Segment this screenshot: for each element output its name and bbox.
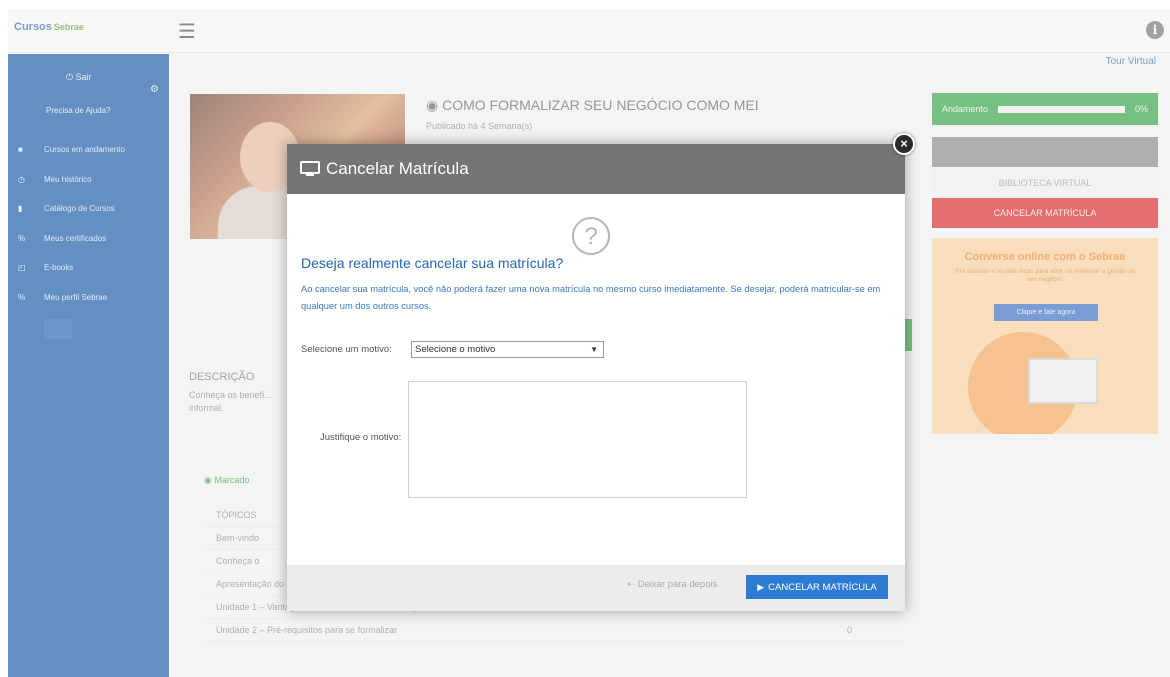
- reason-select[interactable]: Selecione o motivo ▼: [411, 341, 604, 358]
- modal-question: Deseja realmente cancelar sua matrícula?: [301, 255, 564, 271]
- chevron-down-icon: ▼: [590, 345, 598, 354]
- modal-footer: ⇠ Deixar para depois ▶ CANCELAR MATRÍCUL…: [287, 565, 905, 611]
- question-icon: ?: [572, 217, 610, 255]
- modal-header: Cancelar Matrícula: [287, 144, 905, 194]
- reason-label: Selecione um motivo:: [301, 344, 392, 355]
- back-arrow-icon: ⇠: [627, 579, 635, 590]
- reason-select-value: Selecione o motivo: [415, 344, 496, 355]
- close-icon[interactable]: ×: [893, 133, 915, 155]
- monitor-icon: [300, 161, 320, 176]
- confirm-cancel-button[interactable]: ▶ CANCELAR MATRÍCULA: [746, 575, 888, 599]
- play-icon: ▶: [757, 581, 765, 592]
- modal-warning: Ao cancelar sua matrícula, você não pode…: [301, 284, 881, 311]
- later-button[interactable]: ⇠ Deixar para depois: [627, 579, 717, 590]
- later-button-label: Deixar para depois: [637, 579, 718, 590]
- justify-label: Justifique o motivo:: [320, 432, 402, 443]
- justify-textarea[interactable]: [408, 381, 747, 498]
- cancel-enrollment-modal: Cancelar Matrícula ? Deseja realmente ca…: [287, 144, 905, 611]
- modal-title: Cancelar Matrícula: [326, 159, 469, 178]
- confirm-cancel-label: CANCELAR MATRÍCULA: [768, 581, 877, 593]
- svg-text:?: ?: [584, 223, 597, 250]
